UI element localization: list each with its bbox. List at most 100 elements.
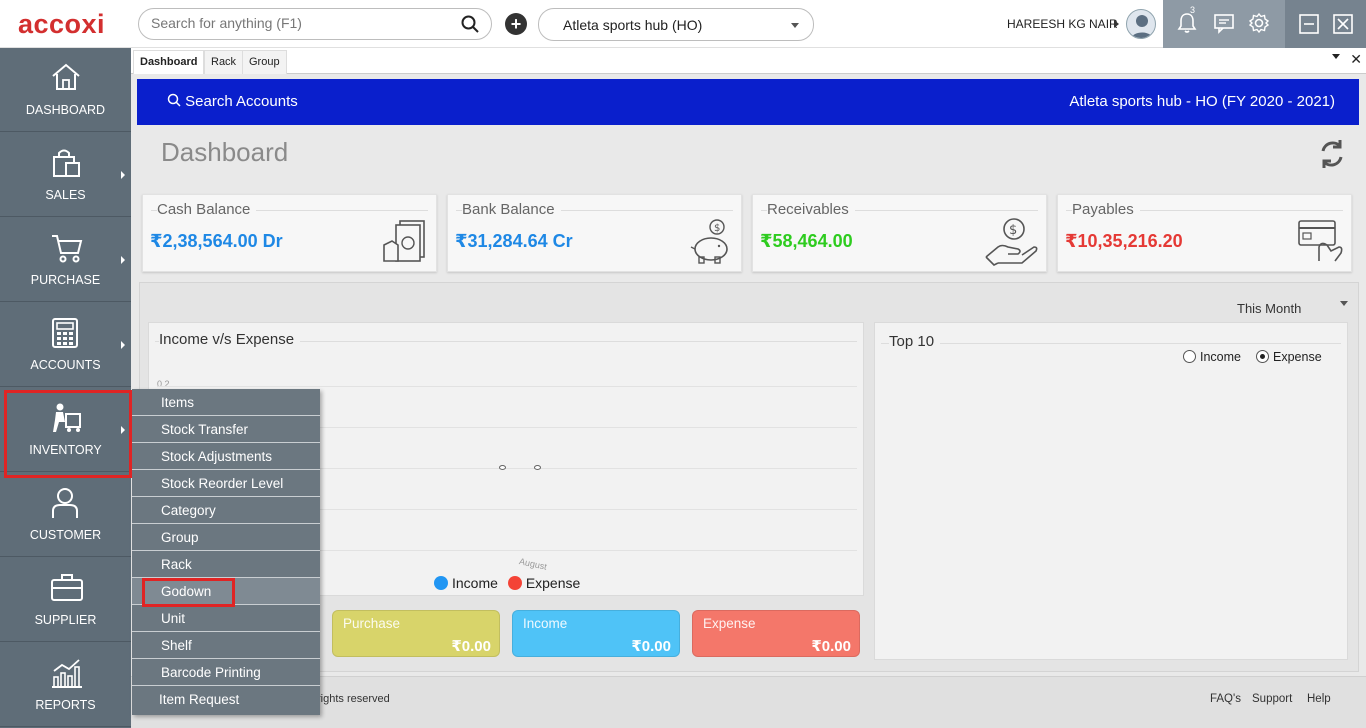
sidebar-item-inventory[interactable]: INVENTORY bbox=[0, 388, 131, 472]
income-data-point bbox=[499, 465, 506, 470]
income-mini-card[interactable]: Income ₹0.00 bbox=[512, 610, 680, 657]
submenu-item-stock-transfer[interactable]: Stock Transfer bbox=[132, 416, 320, 443]
mini-card-title: Expense bbox=[703, 616, 756, 631]
sidebar-item-reports[interactable]: REPORTS bbox=[0, 643, 131, 727]
card-title: Receivables bbox=[767, 201, 855, 218]
bank-balance-card[interactable]: Bank Balance ₹31,284.64 Cr $ bbox=[447, 194, 742, 272]
cash-balance-card[interactable]: Cash Balance ₹2,38,564.00 Dr bbox=[142, 194, 437, 272]
payables-card[interactable]: Payables ₹10,35,216.20 bbox=[1057, 194, 1352, 272]
tab-group[interactable]: Group bbox=[242, 50, 287, 74]
page-title: Dashboard bbox=[161, 137, 289, 167]
customer-icon bbox=[50, 487, 80, 524]
submenu-item-barcode-printing[interactable]: Barcode Printing bbox=[132, 659, 320, 686]
company-select[interactable]: Atleta sports hub (HO) bbox=[538, 8, 814, 41]
submenu-item-stock-reorder-level[interactable]: Stock Reorder Level bbox=[132, 470, 320, 497]
report-chart-icon bbox=[50, 657, 84, 694]
mini-card-value: ₹0.00 bbox=[631, 638, 671, 655]
tab-list-dropdown-icon[interactable] bbox=[1332, 54, 1340, 59]
mini-card-value: ₹0.00 bbox=[451, 638, 491, 655]
svg-text:$: $ bbox=[1009, 223, 1017, 238]
sidebar-item-label: PURCHASE bbox=[30, 273, 101, 287]
submenu-item-rack[interactable]: Rack bbox=[132, 551, 320, 578]
sidebar-item-label: SALES bbox=[45, 188, 86, 202]
chart-title: Income v/s Expense bbox=[159, 331, 301, 348]
user-name[interactable]: HAREESH KG NAIR bbox=[1007, 17, 1118, 31]
legend-label: Expense bbox=[525, 575, 581, 591]
global-search-box[interactable] bbox=[138, 8, 492, 40]
avatar[interactable] bbox=[1126, 9, 1156, 39]
submenu-item-stock-adjustments[interactable]: Stock Adjustments bbox=[132, 443, 320, 470]
x-axis-tick-label: August bbox=[518, 556, 548, 572]
close-tab-icon[interactable]: ✕ bbox=[1350, 51, 1362, 68]
tab-rack[interactable]: Rack bbox=[204, 50, 244, 74]
chart-gridline bbox=[157, 386, 857, 387]
legend-item-income[interactable]: Income bbox=[434, 575, 498, 591]
legend-item-expense[interactable]: Expense bbox=[507, 575, 581, 591]
submenu-arrow-icon bbox=[121, 426, 125, 434]
close-window-icon[interactable] bbox=[1333, 14, 1353, 39]
refresh-icon[interactable] bbox=[1318, 138, 1346, 175]
window-controls bbox=[1285, 0, 1366, 48]
shopping-bag-icon bbox=[50, 147, 82, 184]
help-link[interactable]: Help bbox=[1307, 693, 1331, 705]
expense-mini-card[interactable]: Expense ₹0.00 bbox=[692, 610, 860, 657]
add-new-button[interactable]: + bbox=[505, 13, 527, 35]
search-icon bbox=[167, 93, 181, 107]
sidebar-item-dashboard[interactable]: DASHBOARD bbox=[0, 48, 131, 132]
card-title: Bank Balance bbox=[462, 201, 561, 218]
tab-dashboard[interactable]: Dashboard bbox=[133, 50, 205, 74]
period-select-value: This Month bbox=[1237, 301, 1302, 316]
sidebar-item-customer[interactable]: CUSTOMER bbox=[0, 473, 131, 557]
period-select[interactable]: This Month bbox=[1237, 301, 1357, 316]
top-icons-bar bbox=[1163, 0, 1285, 48]
submenu-item-shelf[interactable]: Shelf bbox=[132, 632, 320, 659]
sidebar: DASHBOARD SALES PURCHASE ACCOUNTS INVENT… bbox=[0, 48, 131, 728]
support-link[interactable]: Support bbox=[1252, 693, 1292, 705]
submenu-arrow-icon bbox=[121, 341, 125, 349]
chevron-down-icon[interactable] bbox=[1340, 301, 1348, 306]
radio-label: Expense bbox=[1273, 350, 1322, 364]
radio-expense[interactable]: Expense bbox=[1256, 350, 1322, 364]
submenu-item-items[interactable]: Items bbox=[132, 389, 320, 416]
company-title: Atleta sports hub - HO (FY 2020 - 2021) bbox=[1069, 93, 1335, 110]
sidebar-item-supplier[interactable]: SUPPLIER bbox=[0, 558, 131, 642]
minimize-icon[interactable] bbox=[1299, 14, 1319, 39]
legend-swatch bbox=[434, 576, 448, 590]
submenu-arrow-icon bbox=[121, 256, 125, 264]
user-menu-caret-icon[interactable] bbox=[1114, 20, 1119, 28]
search-icon[interactable] bbox=[461, 15, 479, 38]
card-value: ₹58,464.00 bbox=[760, 231, 853, 251]
radio-button[interactable] bbox=[1183, 350, 1196, 363]
sidebar-item-label: CUSTOMER bbox=[29, 528, 102, 542]
chart-legend: Income Expense bbox=[434, 575, 580, 591]
card-title: Payables bbox=[1072, 201, 1140, 218]
app-logo[interactable]: accoxi bbox=[18, 9, 105, 40]
global-search-input[interactable] bbox=[151, 15, 451, 31]
charts-section: This Month Income v/s Expense 0.2 August… bbox=[139, 282, 1359, 672]
submenu-item-item-request[interactable]: Item Request bbox=[132, 686, 320, 713]
submenu-item-group[interactable]: Group bbox=[132, 524, 320, 551]
top10-panel: Top 10 Income Expense bbox=[874, 322, 1348, 660]
sidebar-item-purchase[interactable]: PURCHASE bbox=[0, 218, 131, 302]
submenu-item-unit[interactable]: Unit bbox=[132, 605, 320, 632]
submenu-item-category[interactable]: Category bbox=[132, 497, 320, 524]
radio-button-selected[interactable] bbox=[1256, 350, 1269, 363]
notification-badge: 3 bbox=[1190, 5, 1196, 15]
sidebar-item-accounts[interactable]: ACCOUNTS bbox=[0, 303, 131, 387]
sidebar-item-sales[interactable]: SALES bbox=[0, 133, 131, 217]
card-value: ₹10,35,216.20 bbox=[1065, 231, 1183, 251]
inventory-icon bbox=[50, 402, 84, 439]
feedback-icon[interactable] bbox=[1213, 12, 1235, 39]
gear-icon[interactable] bbox=[1248, 12, 1270, 39]
sidebar-item-label: REPORTS bbox=[35, 698, 96, 712]
radio-income[interactable]: Income bbox=[1183, 350, 1241, 364]
mini-card-title: Income bbox=[523, 616, 568, 631]
faq-link[interactable]: FAQ's bbox=[1210, 693, 1241, 705]
receivables-card[interactable]: Receivables ₹58,464.00 $ bbox=[752, 194, 1047, 272]
submenu-item-godown[interactable]: Godown bbox=[132, 578, 320, 605]
bell-icon[interactable] bbox=[1177, 12, 1197, 39]
purchase-mini-card[interactable]: Purchase ₹0.00 bbox=[332, 610, 500, 657]
calculator-icon bbox=[50, 317, 80, 354]
header-bar: Search Accounts Atleta sports hub - HO (… bbox=[137, 79, 1359, 125]
search-accounts-button[interactable]: Search Accounts bbox=[167, 93, 298, 110]
